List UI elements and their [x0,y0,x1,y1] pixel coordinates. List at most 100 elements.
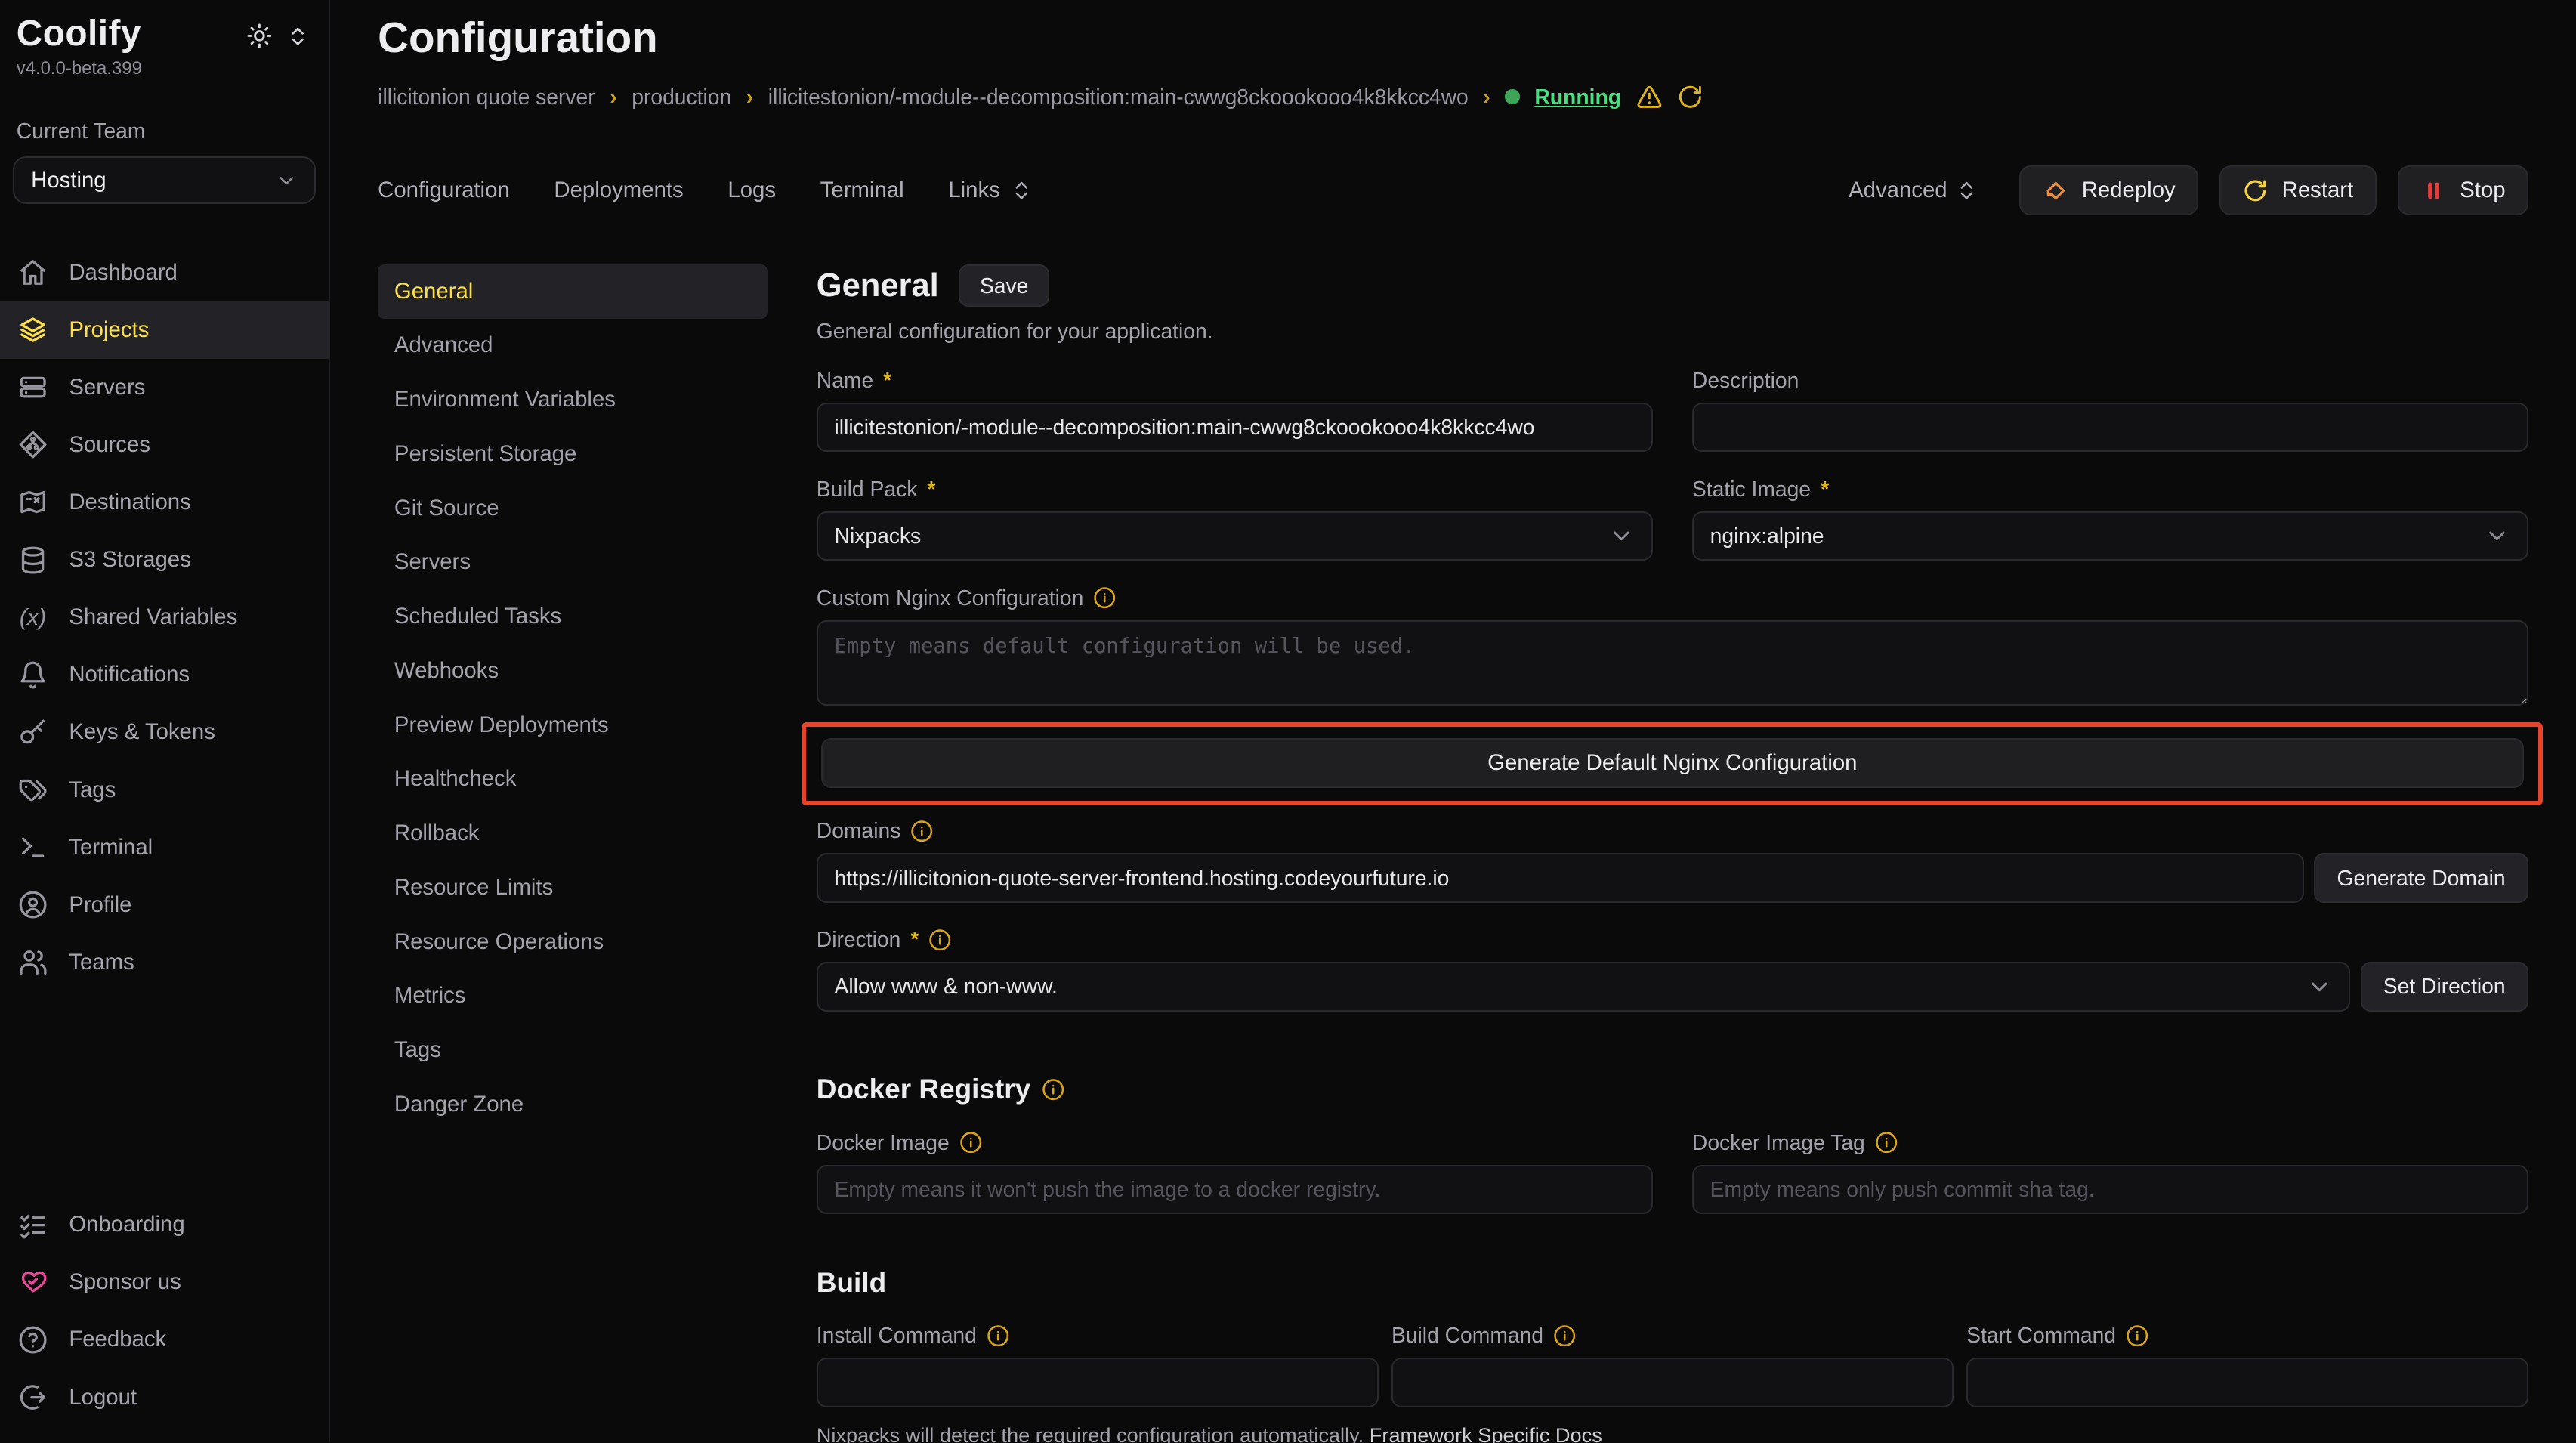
sidebar-item-projects[interactable]: Projects [0,301,329,359]
sidebar-item-label: Profile [69,892,131,918]
refresh-icon[interactable] [1677,84,1703,110]
info-icon[interactable] [987,1324,1009,1347]
sidebar-item-label: Teams [69,950,134,975]
restart-icon [2242,178,2269,204]
info-icon[interactable] [1093,586,1116,609]
subnav-tags[interactable]: Tags [378,1023,767,1077]
users-icon [18,947,48,977]
status-badge[interactable]: Running [1534,85,1621,110]
subnav-healthcheck[interactable]: Healthcheck [378,752,767,807]
sidebar-item-terminal[interactable]: Terminal [0,819,329,876]
sidebar-item-label: Sources [69,432,150,458]
redeploy-button[interactable]: Redeploy [2019,165,2198,215]
info-icon[interactable] [1875,1131,1898,1154]
breadcrumb-project[interactable]: illicitonion quote server [378,85,595,110]
redeploy-icon [2043,178,2069,204]
docker-image-tag-label: Docker Image Tag [1692,1130,2528,1155]
breadcrumb-environment[interactable]: production [632,85,731,110]
app-logo: Coolify [17,13,141,54]
docker-image-input[interactable] [817,1165,1653,1214]
subnav-general[interactable]: General [378,264,767,319]
name-label: Name* [817,368,1653,393]
breadcrumb-separator: › [610,85,616,110]
info-icon[interactable] [2126,1324,2148,1347]
static-image-select[interactable]: nginx:alpine [1692,511,2528,561]
restart-button[interactable]: Restart [2219,165,2376,215]
tab-links-label: Links [948,178,1000,203]
subnav-advanced[interactable]: Advanced [378,319,767,373]
sidebar-item-teams[interactable]: Teams [0,934,329,991]
sidebar-item-dashboard[interactable]: Dashboard [0,244,329,301]
build-pack-select[interactable]: Nixpacks [817,511,1653,561]
info-icon[interactable] [959,1131,982,1154]
tab-configuration[interactable]: Configuration [378,178,510,203]
sidebar-item-onboarding[interactable]: Onboarding [0,1196,329,1253]
direction-select[interactable]: Allow www & non-www. [817,962,2351,1011]
info-icon[interactable] [1553,1324,1576,1347]
save-button[interactable]: Save [959,264,1050,307]
subnav-resource-limits[interactable]: Resource Limits [378,861,767,915]
subnav-rollback[interactable]: Rollback [378,806,767,861]
start-command-input[interactable] [1966,1358,2528,1407]
subnav-resource-operations[interactable]: Resource Operations [378,915,767,969]
sidebar-item-tags[interactable]: Tags [0,762,329,819]
chevrons-up-down-icon [1010,179,1033,202]
sidebar-item-notifications[interactable]: Notifications [0,646,329,703]
sidebar-item-s3-storages[interactable]: S3 Storages [0,531,329,589]
sidebar-item-destinations[interactable]: Destinations [0,474,329,531]
install-command-label: Install Command [817,1323,1379,1348]
set-direction-button[interactable]: Set Direction [2361,962,2528,1011]
sidebar-item-servers[interactable]: Servers [0,359,329,416]
info-icon[interactable] [928,929,951,951]
subnav-webhooks[interactable]: Webhooks [378,644,767,698]
sidebar-item-logout[interactable]: Logout [0,1369,329,1426]
sidebar-item-sources[interactable]: Sources [0,416,329,474]
sidebar-item-profile[interactable]: Profile [0,876,329,934]
install-command-input[interactable] [817,1358,1379,1407]
tab-deployments[interactable]: Deployments [554,178,683,203]
info-icon[interactable] [910,820,933,842]
subnav-environment-variables[interactable]: Environment Variables [378,372,767,427]
subnav-metrics[interactable]: Metrics [378,969,767,1024]
subnav-preview-deployments[interactable]: Preview Deployments [378,698,767,752]
build-command-input[interactable] [1391,1358,1954,1407]
breadcrumb-application[interactable]: illicitestonion/-module--decomposition:m… [768,85,1469,110]
subnav-scheduled-tasks[interactable]: Scheduled Tasks [378,589,767,644]
subnav-servers[interactable]: Servers [378,536,767,590]
team-select-value: Hosting [31,168,107,193]
framework-docs-link[interactable]: Framework Specific Docs [1370,1423,1602,1443]
generate-nginx-config-button[interactable]: Generate Default Nginx Configuration [821,738,2524,787]
info-icon[interactable] [1042,1078,1064,1101]
sidebar-item-label: Onboarding [69,1212,184,1238]
sidebar: Coolify v4.0.0-beta.399 Current Team Hos… [0,0,330,1442]
theme-toggle[interactable] [246,23,309,49]
section-title: General [817,267,939,304]
team-select[interactable]: Hosting [13,156,315,204]
warning-icon[interactable] [1636,84,1663,110]
docker-image-tag-input[interactable] [1692,1165,2528,1214]
section-subtitle: General configuration for your applicati… [817,319,2528,344]
subnav-danger-zone[interactable]: Danger Zone [378,1077,767,1132]
subnav-persistent-storage[interactable]: Persistent Storage [378,427,767,481]
sidebar-item-keys-tokens[interactable]: Keys & Tokens [0,703,329,761]
sidebar-item-sponsor[interactable]: Sponsor us [0,1253,329,1311]
generate-domain-button[interactable]: Generate Domain [2314,853,2528,902]
nginx-config-textarea[interactable] [817,620,2528,706]
build-pack-value: Nixpacks [835,524,922,548]
sidebar-item-shared-variables[interactable]: (x) Shared Variables [0,589,329,646]
description-input[interactable] [1692,403,2528,452]
tab-links[interactable]: Links [948,178,1033,203]
subnav-git-source[interactable]: Git Source [378,481,767,536]
advanced-dropdown[interactable]: Advanced [1849,178,1978,203]
tab-logs[interactable]: Logs [727,178,776,203]
build-command-label: Build Command [1391,1323,1954,1348]
domains-label: Domains [817,818,2528,843]
sidebar-item-label: Shared Variables [69,604,237,630]
domains-input[interactable] [817,853,2304,902]
tab-terminal[interactable]: Terminal [820,178,904,203]
sidebar-item-feedback[interactable]: Feedback [0,1311,329,1368]
advanced-label: Advanced [1849,178,1947,203]
name-input[interactable] [817,403,1653,452]
stop-button[interactable]: Stop [2398,165,2528,215]
static-image-value: nginx:alpine [1710,524,1824,548]
